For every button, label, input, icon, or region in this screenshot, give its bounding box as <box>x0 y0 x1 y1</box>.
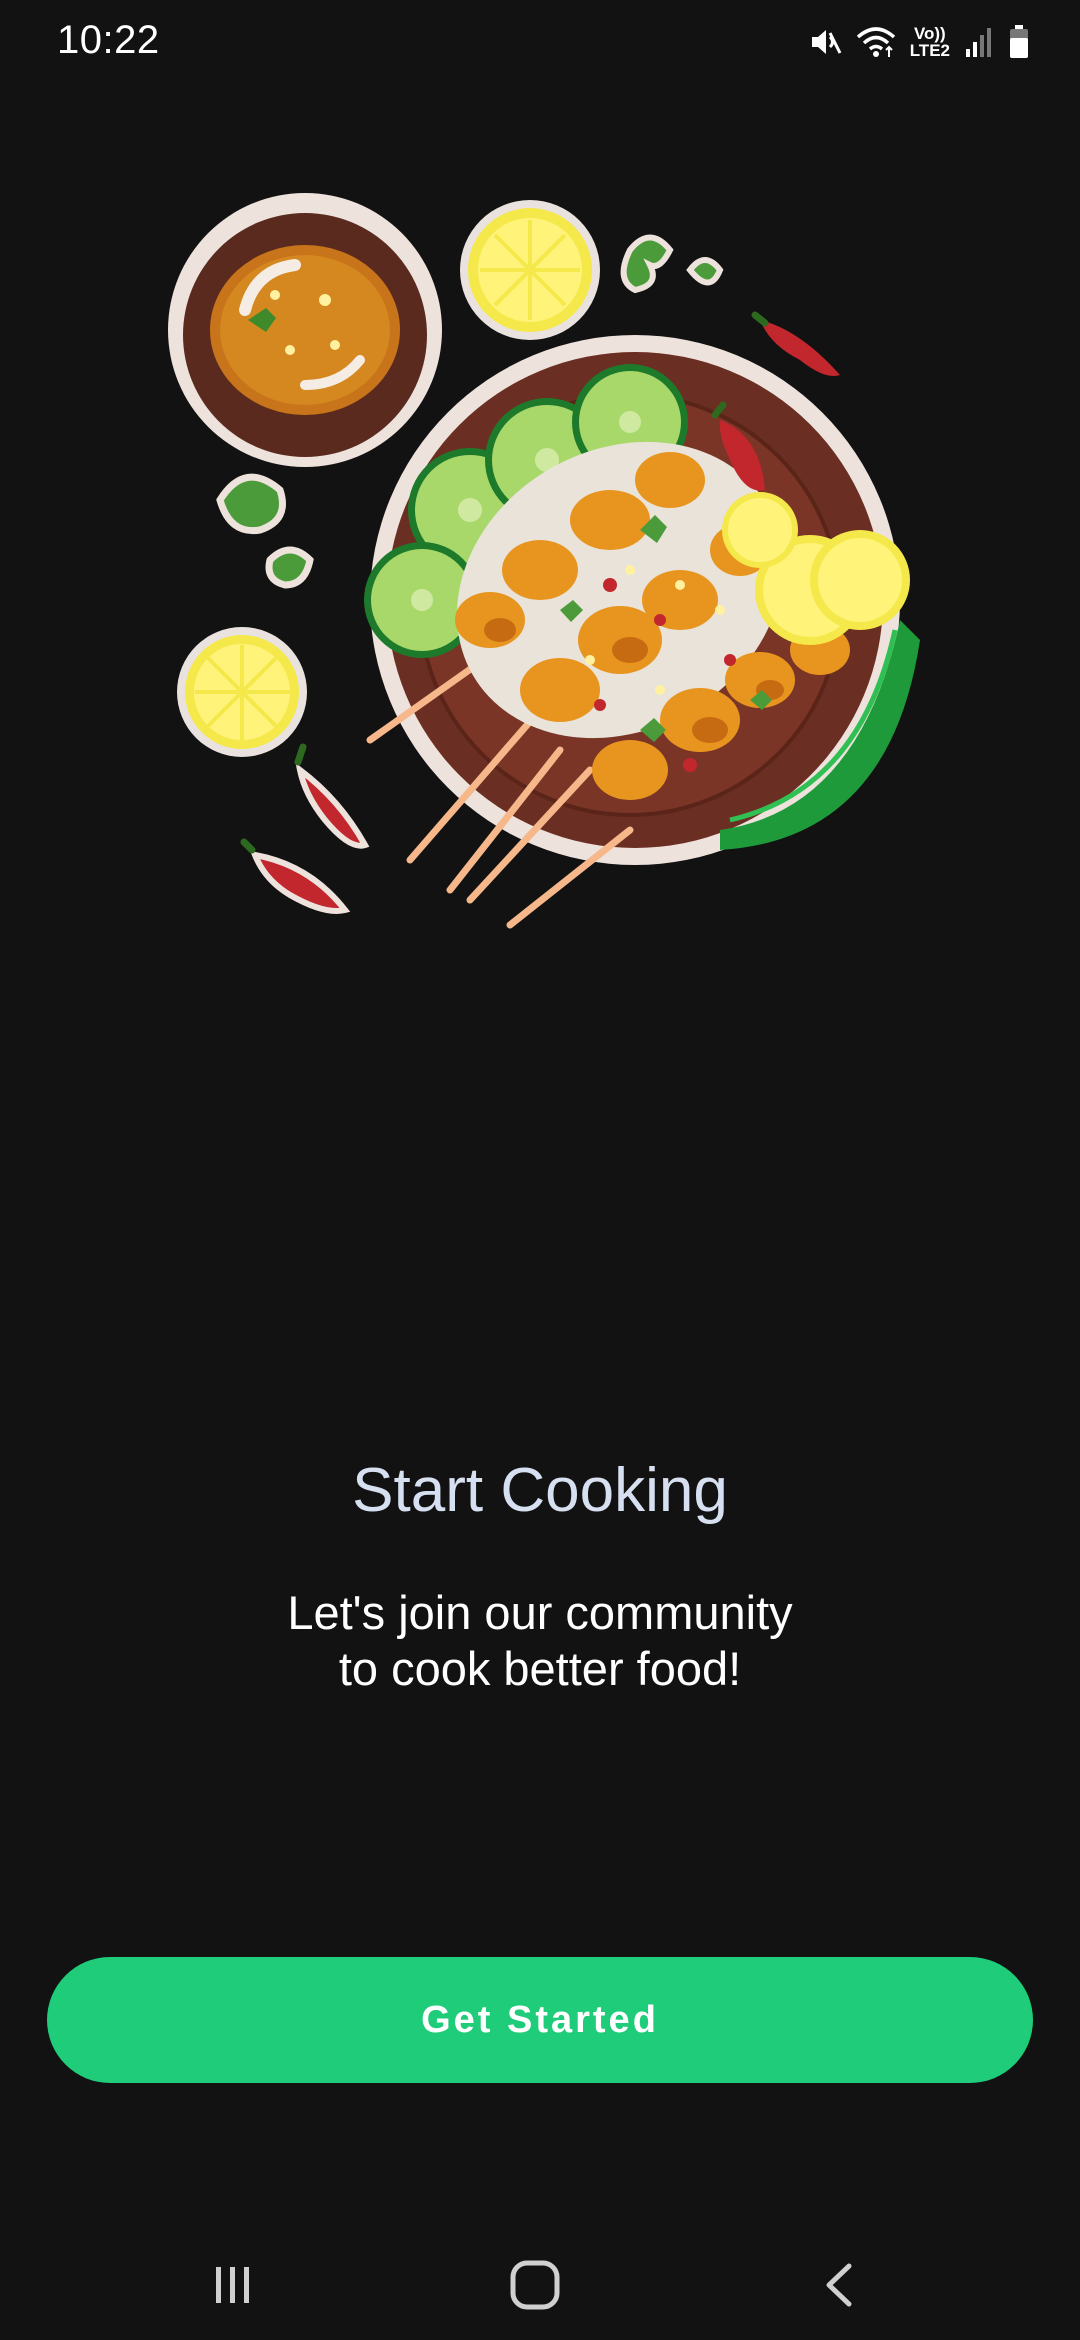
volte-label-bottom: LTE2 <box>909 41 950 60</box>
volte-label-top: Vo)) <box>913 24 946 43</box>
satay-food-illustration-icon <box>160 190 930 940</box>
subtitle-line-1: Let's join our community <box>287 1586 793 1639</box>
page-subtitle: Let's join our community to cook better … <box>140 1585 940 1697</box>
status-icons: Vo)) LTE2 <box>808 20 1030 64</box>
navigation-bar <box>0 2230 1080 2340</box>
signal-icon <box>964 25 994 59</box>
mute-icon <box>808 25 842 59</box>
status-bar: 10:22 Vo)) LTE2 <box>0 0 1080 90</box>
status-time: 10:22 <box>57 18 160 62</box>
volte-icon: Vo)) LTE2 <box>910 25 950 59</box>
back-icon[interactable] <box>800 2250 880 2320</box>
home-icon[interactable] <box>495 2250 575 2320</box>
get-started-button[interactable]: Get Started <box>47 1957 1033 2083</box>
wifi-icon <box>856 25 896 59</box>
subtitle-line-2: to cook better food! <box>338 1642 742 1695</box>
battery-icon <box>1008 24 1030 60</box>
recent-apps-icon[interactable] <box>193 2250 273 2320</box>
page-title: Start Cooking <box>352 1456 728 1525</box>
